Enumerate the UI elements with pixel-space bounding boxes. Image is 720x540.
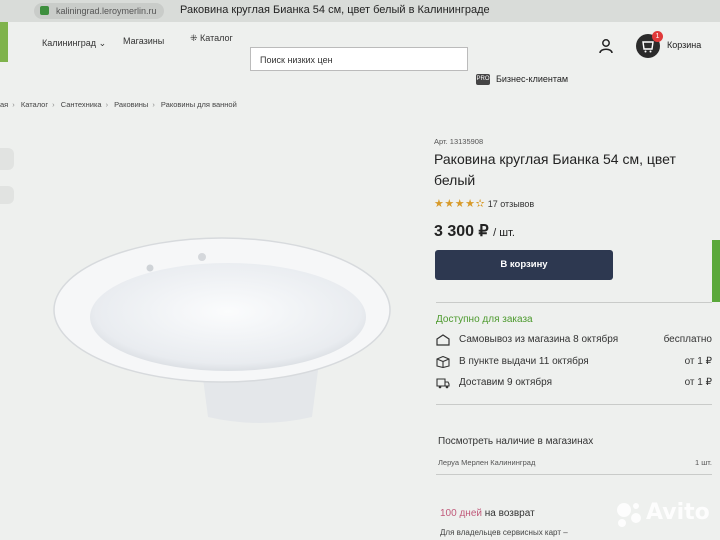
thumbnail[interactable] [0, 148, 14, 170]
side-feedback-tab[interactable] [712, 240, 720, 302]
grid-icon: ⁜ [190, 33, 201, 43]
city-selector[interactable]: Калининград ⌄ [42, 38, 106, 49]
returns-info: 100 дней на возврат [440, 508, 535, 519]
delivery-option-label: Доставим 9 октября [459, 377, 553, 388]
watermark: Avito [646, 500, 710, 525]
breadcrumb-item[interactable]: Сантехника [61, 100, 102, 109]
breadcrumb-separator: › [152, 100, 155, 109]
breadcrumb-item[interactable]: Раковины [114, 100, 148, 109]
business-clients-link[interactable]: Бизнес-клиентам [496, 74, 568, 84]
catalog-label: Каталог [200, 33, 233, 43]
browser-bar: kaliningrad.leroymerlin.ru Раковина круг… [0, 0, 720, 22]
cart-label[interactable]: Корзина [667, 40, 701, 50]
thumbnail[interactable] [0, 186, 14, 204]
product-image[interactable] [50, 235, 395, 435]
breadcrumb-item[interactable]: Каталог [21, 100, 48, 109]
secure-lock-icon [40, 6, 49, 15]
address-bar[interactable]: kaliningrad.leroymerlin.ru [34, 3, 164, 19]
breadcrumb-item[interactable]: Раковины для ванной [161, 100, 237, 109]
thumbnail-strip [0, 148, 14, 208]
delivery-option-label: В пункте выдачи 11 октября [459, 356, 589, 367]
site-header: Калининград ⌄ Магазины ⁜ Каталог Поиск н… [0, 22, 720, 92]
delivery-option-price: от 1 ₽ [684, 377, 712, 388]
store-name[interactable]: Леруа Мерлен Калининград [438, 458, 535, 467]
delivery-option-price: бесплатно [663, 334, 712, 345]
pro-badge: PRO [476, 74, 490, 85]
price-unit: / шт. [493, 227, 515, 239]
delivery-option[interactable]: Самовывоз из магазина 8 октября бесплатн… [436, 334, 712, 348]
price: 3 300 ₽ / шт. [434, 221, 515, 241]
truck-icon [436, 378, 450, 389]
breadcrumb: ая › Каталог › Сантехника › Раковины › Раков… [0, 100, 237, 109]
delivery-option-label: Самовывоз из магазина 8 октября [459, 334, 619, 345]
stores-link[interactable]: Магазины [123, 36, 164, 46]
address-url: kaliningrad.leroymerlin.ru [56, 6, 157, 16]
divider [436, 404, 712, 405]
breadcrumb-separator: › [52, 100, 55, 109]
add-to-cart-button[interactable]: В корзину [435, 250, 613, 280]
chevron-down-icon: ⌄ [98, 38, 107, 48]
catalog-button[interactable]: ⁜ Каталог [190, 33, 233, 44]
breadcrumb-separator: › [105, 100, 109, 109]
reviews-link[interactable]: 17 отзывов [488, 199, 535, 209]
delivery-option-price: от 1 ₽ [684, 356, 712, 367]
availability-status: Доступно для заказа [436, 314, 533, 325]
divider [436, 302, 712, 303]
article-number: Арт. 13135908 [434, 137, 484, 146]
user-icon[interactable] [598, 38, 614, 54]
store-icon [436, 334, 450, 346]
cart-count-badge: 1 [652, 31, 663, 42]
check-stores-link[interactable]: Посмотреть наличие в магазинах [438, 436, 593, 447]
product-title: Раковина круглая Бианка 54 см, цвет белы… [434, 151, 676, 188]
returns-days: 100 дней [440, 508, 482, 519]
rating-stars: ★★★★✫ [434, 198, 486, 210]
store-quantity: 1 шт. [695, 458, 712, 467]
returns-text: на возврат [484, 508, 535, 519]
search-input[interactable]: Поиск низких цен [250, 47, 468, 71]
rating[interactable]: ★★★★✫ 17 отзывов [434, 197, 534, 210]
breadcrumb-separator: › [12, 100, 15, 109]
delivery-option[interactable]: Доставим 9 октября от 1 ₽ [436, 377, 712, 391]
tab-title[interactable]: Раковина круглая Бианка 54 см, цвет белы… [180, 4, 490, 16]
price-value: 3 300 ₽ [434, 223, 489, 240]
city-label: Калининград [42, 38, 97, 48]
delivery-option[interactable]: В пункте выдачи 11 октября от 1 ₽ [436, 356, 712, 370]
divider [436, 474, 712, 475]
breadcrumb-item[interactable]: ая [0, 100, 8, 109]
service-card-note: Для владельцев сервисных карт – [440, 528, 568, 537]
box-icon [436, 356, 450, 368]
